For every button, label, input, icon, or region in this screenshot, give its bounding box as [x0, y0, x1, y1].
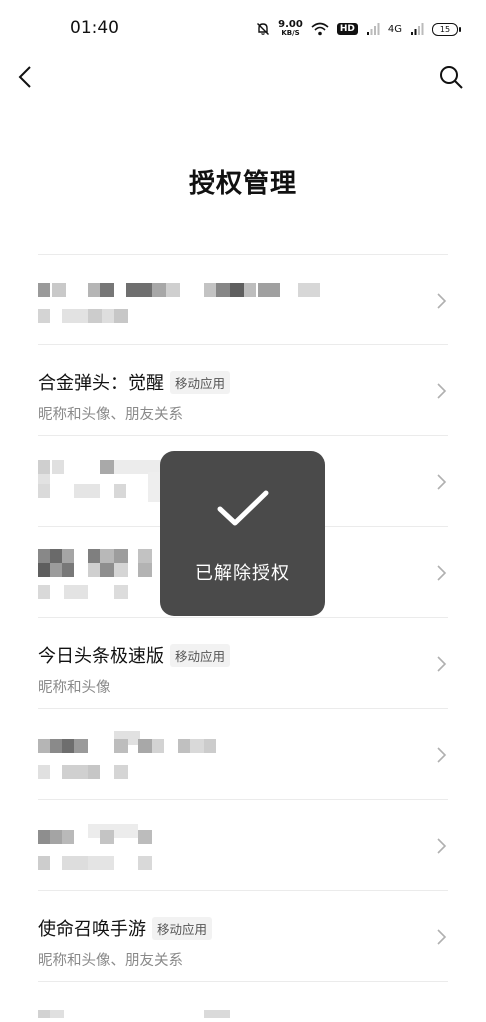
- page-title: 授权管理: [188, 169, 297, 199]
- chevron-right-icon: [434, 381, 448, 401]
- list-item-title-line: 合金弹头：觉醒 移动应用: [38, 369, 231, 395]
- app-name: 合金弹头：觉醒: [38, 373, 164, 394]
- toast-message: 已解除授权: [195, 563, 290, 584]
- list-item-title-line: 今日头条极速版 移动应用: [38, 642, 231, 668]
- chevron-right-icon: [434, 927, 448, 947]
- chevron-right-icon: [434, 836, 448, 856]
- network-speed-unit: KB/S: [281, 29, 300, 37]
- redacted-content: [38, 709, 448, 799]
- authorization-list: 合金弹头：觉醒 移动应用 昵称和头像、朋友关系 今日头条极速版 移动应用 昵称和…: [38, 254, 448, 1022]
- status-time: 01:40: [70, 18, 119, 38]
- chevron-right-icon: [434, 472, 448, 492]
- signal-icon-2: [410, 22, 424, 36]
- list-item[interactable]: 合金弹头：觉醒 移动应用 昵称和头像、朋友关系: [38, 345, 448, 436]
- list-item-title-line: 使命召唤手游 移动应用: [38, 915, 213, 941]
- wifi-icon: [311, 22, 329, 36]
- list-item[interactable]: [38, 800, 448, 891]
- checkmark-icon: [216, 489, 270, 529]
- list-item[interactable]: 今日头条极速版 移动应用 昵称和头像: [38, 618, 448, 709]
- search-icon[interactable]: [438, 64, 464, 90]
- mute-bell-icon: [256, 22, 270, 36]
- network-speed-value: 9.00: [278, 19, 303, 30]
- permission-text: 昵称和头像、朋友关系: [38, 407, 183, 423]
- signal-icon-1: [366, 22, 380, 36]
- status-icons: 9.00 KB/S HD 4G 15: [256, 20, 461, 38]
- chevron-right-icon: [434, 745, 448, 765]
- redacted-content: [38, 982, 448, 1022]
- permission-text: 昵称和头像: [38, 680, 111, 696]
- list-item-partial: [38, 982, 448, 1022]
- app-type-tag: 移动应用: [152, 916, 213, 940]
- list-item[interactable]: [38, 709, 448, 800]
- list-item[interactable]: [38, 254, 448, 345]
- status-bar: 01:40 9.00 KB/S HD 4G 15: [0, 0, 486, 58]
- permission-text: 昵称和头像、朋友关系: [38, 953, 183, 969]
- app-type-tag: 移动应用: [170, 643, 231, 667]
- toast-dialog: 已解除授权: [160, 451, 325, 616]
- hd-badge: HD: [336, 23, 358, 35]
- chevron-right-icon: [434, 563, 448, 583]
- app-name: 使命召唤手游: [38, 919, 146, 940]
- chevron-right-icon: [434, 654, 448, 674]
- chevron-right-icon: [434, 291, 448, 311]
- network-4g-label: 4G: [387, 23, 402, 35]
- list-item[interactable]: 使命召唤手游 移动应用 昵称和头像、朋友关系: [38, 891, 448, 982]
- app-type-tag: 移动应用: [170, 370, 231, 394]
- network-speed: 9.00 KB/S: [278, 20, 303, 38]
- back-arrow-icon[interactable]: [14, 64, 40, 90]
- battery-icon: 15: [432, 22, 461, 36]
- app-name: 今日头条极速版: [38, 646, 164, 667]
- redacted-content: [38, 800, 448, 890]
- redacted-content: [38, 255, 448, 344]
